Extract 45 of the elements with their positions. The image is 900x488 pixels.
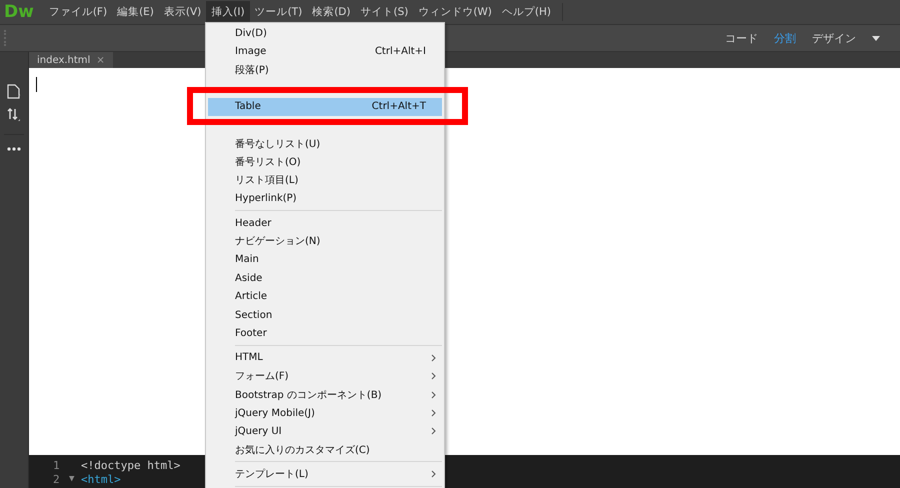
menu-option[interactable]: フォーム(F) [208,367,442,386]
menu-option[interactable]: Table Ctrl+Alt+T [208,98,442,116]
menu-item[interactable]: 挿入(I) [206,1,250,23]
menu-option[interactable]: 段落(P) [208,60,442,80]
menu-option[interactable]: Bootstrap のコンポーネント(B) [208,385,442,404]
menu-option[interactable]: Div(D) [208,24,442,42]
caret-icon[interactable] [872,36,880,40]
text-cursor [36,77,37,92]
menu-option[interactable]: 番号リスト(O) [208,152,442,172]
more-icon[interactable] [7,147,21,151]
menu-option[interactable]: Hyperlink(P) [208,190,442,208]
menu-option[interactable]: jQuery UI [208,422,442,441]
sort-icon[interactable] [7,107,21,122]
menu-option[interactable]: Main [208,250,442,270]
menu-item[interactable]: ツール(T) [250,1,308,23]
menu-item[interactable]: 編集(E) [112,1,159,23]
menu-item[interactable]: ウィンドウ(W) [413,1,497,23]
menu-option[interactable]: テンプレート(L) [208,464,442,484]
menu-option[interactable]: Image Ctrl+Alt+I [208,42,442,61]
document-tab[interactable]: index.html × [29,52,113,68]
menu-option[interactable]: Aside [208,269,442,288]
menu-option[interactable]: リスト項目(L) [208,171,442,190]
menu-item[interactable]: ファイル(F) [44,1,112,23]
menu-option[interactable]: Header [208,214,442,232]
app-logo: Dw [4,2,34,22]
view-button[interactable]: デザイン [812,30,856,46]
menu-option[interactable]: Section [208,306,442,324]
menu-item[interactable]: ヘルプ(H) [496,1,556,23]
tab-label: index.html [37,54,90,66]
menu-item[interactable]: 検索(D) [307,1,356,23]
menu-item[interactable]: 表示(V) [158,1,206,23]
code-text: <html> [81,472,121,486]
file-icon[interactable] [7,84,21,99]
menu-option[interactable]: Article [208,287,442,306]
menu-option[interactable]: HTML [208,348,442,368]
menu-option[interactable]: 番号なしリスト(U) [208,134,442,153]
fold-toggle[interactable]: ▼ [69,474,79,484]
menu-item[interactable]: サイト(S) [355,1,414,23]
menu-option[interactable]: jQuery Mobile(J) [208,404,442,422]
line-number: 2 [53,472,61,486]
view-button[interactable]: コード [725,30,758,46]
line-number: 1 [53,459,61,472]
menu-option[interactable]: ナビゲーション(N) [208,232,442,251]
code-text: <!doctype html> [81,459,180,472]
menu-option[interactable]: Footer [208,324,442,343]
